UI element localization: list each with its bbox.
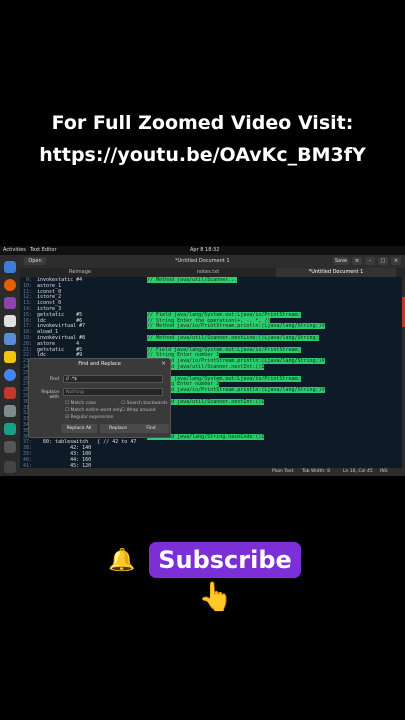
clock[interactable]: Apr 8 18:32 [190,247,219,253]
dock [0,255,20,476]
dock-app-icon[interactable] [4,351,16,363]
find-input[interactable]: // .*$ [63,375,163,383]
bell-icon[interactable]: 🔔 [108,548,135,573]
dialog-title: Find and Replace [78,361,121,367]
subscribe-area: 🔔 Subscribe [108,542,303,580]
pointing-hand-icon: 👆 [198,580,233,613]
window-title: *Untitled Document 1 [175,258,230,264]
tab-reimage[interactable]: Reimage [20,268,140,277]
code-comment: // Method java/util/Scanner.nextLine:()L… [147,335,319,341]
match-entire-word-checkbox[interactable]: ☐ Match entire word only [65,408,122,413]
match-case-checkbox[interactable]: ☐ Match case [65,401,96,406]
tab-untitled[interactable]: *Untitled Document 1 [276,268,396,277]
status-bar: Plain Text Tab Width: 8 Ln 16, Col 45 IN… [20,468,405,476]
language-selector[interactable]: Plain Text [272,469,293,474]
save-button[interactable]: Save [333,257,349,265]
promo-line-1: For Full Zoomed Video Visit: [51,112,354,134]
dock-app-icon[interactable] [4,261,16,273]
find-button[interactable]: Find [133,424,169,433]
find-replace-dialog: Find and Replace × Find // .*$ Replace w… [28,358,171,438]
replace-button[interactable]: Replace [100,424,136,433]
find-label: Find [49,377,59,382]
activities-button[interactable]: Activities [3,247,26,253]
editor-header-bar: Open *Untitled Document 1 Save ≡ – □ × [20,255,405,268]
cursor-position[interactable]: Ln 16, Col 45 [343,469,373,474]
firefox-icon[interactable] [4,279,16,291]
subscribe-button[interactable]: Subscribe [149,542,301,578]
wrap-around-checkbox[interactable]: ☐ Wrap around [121,408,155,413]
search-backwards-label: Search backwards [126,401,168,406]
search-icon[interactable] [4,333,16,345]
files-icon[interactable] [4,315,16,327]
code-comment: // Method java/io/PrintStream.println:(L… [147,387,325,394]
open-button[interactable]: Open [24,257,46,265]
menu-icon[interactable]: ≡ [352,257,362,265]
minimize-icon[interactable]: – [365,257,375,265]
dock-app-icon[interactable] [4,423,16,435]
wrap-around-label: Wrap around [126,408,156,413]
system-top-bar: Activities Text Editor Apr 8 18:32 [0,246,405,255]
insert-mode: INS [380,469,388,474]
dock-app-icon[interactable] [4,387,16,399]
code-comment: // Method java/io/PrintStream.println:(L… [147,323,325,330]
regex-label: Regular expression [70,415,114,420]
app-menu[interactable]: Text Editor [30,247,57,253]
maximize-icon[interactable]: □ [378,257,388,265]
tab-bar: Reimage notes.txt *Untitled Document 1 [20,268,405,277]
match-entire-word-label: Match entire word only [70,408,123,413]
tab-notes[interactable]: notes.txt [148,268,268,277]
replace-label: Replace with [41,390,59,400]
settings-icon[interactable] [4,441,16,453]
promo-line-2[interactable]: https://youtu.be/OAvKc_BM3fY [0,144,405,166]
chrome-icon[interactable] [4,369,16,381]
close-icon[interactable]: × [391,257,401,265]
replace-input[interactable]: Nothing [63,388,163,396]
app-grid-icon[interactable] [4,461,16,473]
dock-app-icon[interactable] [4,297,16,309]
code-comment: // Method java/util/Scanner... [147,277,238,283]
match-case-label: Match case [70,401,96,406]
search-backwards-checkbox[interactable]: ☐ Search backwards [121,401,167,406]
desktop-screen: Activities Text Editor Apr 8 18:32 Open … [0,246,405,476]
replace-all-button[interactable]: Replace All [61,424,97,433]
regex-checkbox[interactable]: ☑ Regular expression [65,415,113,420]
dock-app-icon[interactable] [4,405,16,417]
tab-width-selector[interactable]: Tab Width: 8 [302,469,330,474]
dialog-close-icon[interactable]: × [161,360,166,367]
